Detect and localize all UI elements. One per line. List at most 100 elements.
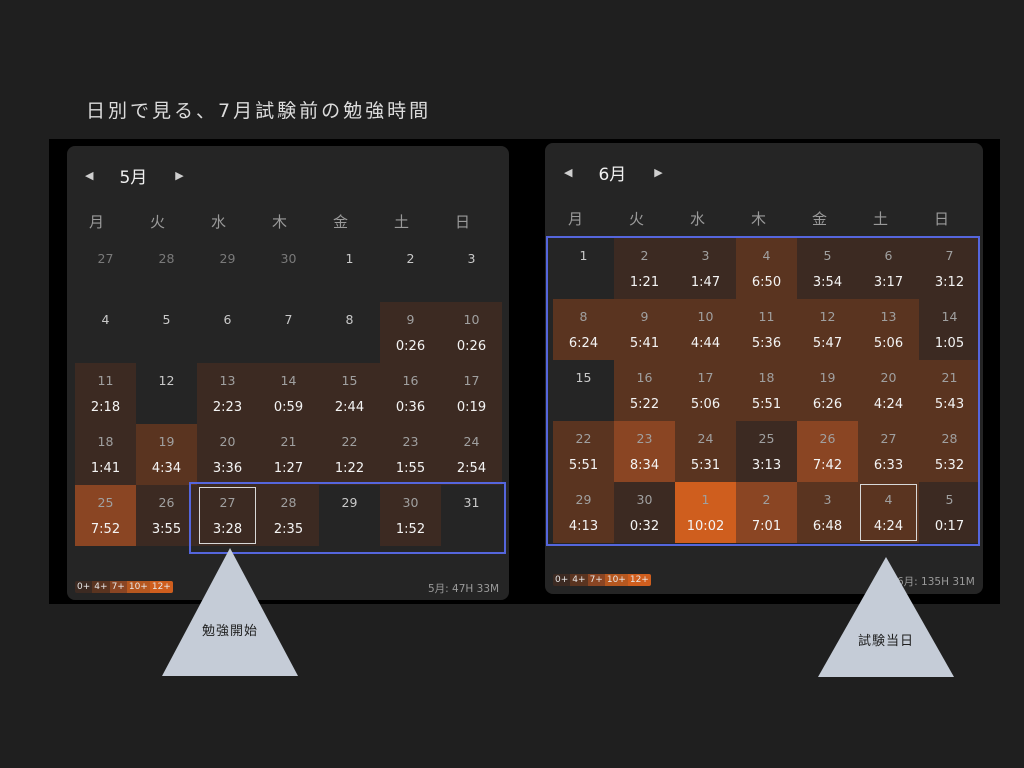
calendar-day-cell[interactable]: 28 [136, 241, 197, 302]
day-number: 10 [463, 312, 480, 327]
study-time: 2:23 [212, 400, 243, 415]
calendar-day-cell[interactable]: 4 [75, 302, 136, 363]
day-number: 5 [162, 312, 171, 327]
calendar-day-cell[interactable]: 23 1:55 [380, 424, 441, 485]
study-time: 2:18 [90, 400, 121, 415]
day-number: 13 [219, 373, 236, 388]
june-month-nav: ◀ 6月 ▶ [564, 160, 663, 185]
day-number: 15 [341, 373, 358, 388]
calendar-day-cell[interactable]: 11 2:18 [75, 363, 136, 424]
day-number: 25 [97, 495, 114, 510]
calendar-day-cell[interactable]: 15 2:44 [319, 363, 380, 424]
calendar-day-cell[interactable]: 16 0:36 [380, 363, 441, 424]
legend-swatch: 12+ [627, 574, 651, 586]
study-time: 1:27 [273, 461, 304, 476]
study-time: 2:54 [456, 461, 487, 476]
calendar-day-cell[interactable]: 24 2:54 [441, 424, 502, 485]
day-number: 21 [280, 434, 297, 449]
study-time: 1:55 [395, 461, 426, 476]
prev-month-arrow-icon[interactable]: ◀ [564, 166, 572, 179]
legend-swatch: 0+ [75, 581, 93, 593]
calendar-day-cell[interactable]: 9 0:26 [380, 302, 441, 363]
day-number: 29 [219, 251, 236, 266]
calendar-day-cell[interactable]: 10 0:26 [441, 302, 502, 363]
day-number: 6 [223, 312, 232, 327]
study-time: 0:36 [395, 400, 426, 415]
next-month-arrow-icon[interactable]: ▶ [654, 166, 662, 179]
month-total: 5月: 47H 33M [428, 583, 500, 595]
day-number: 24 [463, 434, 480, 449]
day-number: 11 [97, 373, 114, 388]
exam-day-label: 試験当日 [857, 634, 914, 649]
calendar-day-cell[interactable]: 8 [319, 302, 380, 363]
day-number: 26 [158, 495, 175, 510]
study-time: 2:44 [334, 400, 365, 415]
highlight-box-june-month [546, 236, 980, 546]
next-month-arrow-icon[interactable]: ▶ [175, 169, 183, 182]
study-start-pointer [162, 548, 298, 676]
heat-legend: 0+ 4+ 7+ 10+ 12+ [553, 574, 651, 586]
day-number: 7 [284, 312, 293, 327]
calendar-day-cell[interactable]: 18 1:41 [75, 424, 136, 485]
study-time: 0:19 [456, 400, 487, 415]
calendar-day-cell[interactable]: 27 [75, 241, 136, 302]
calendar-day-cell[interactable]: 26 3:55 [136, 485, 197, 546]
day-number: 1 [345, 251, 354, 266]
calendar-day-cell[interactable]: 17 0:19 [441, 363, 502, 424]
day-number: 23 [402, 434, 419, 449]
study-time: 0:26 [395, 339, 426, 354]
study-time: 0:59 [273, 400, 304, 415]
day-number: 30 [280, 251, 297, 266]
day-number: 4 [101, 312, 110, 327]
calendar-day-cell[interactable]: 3 [441, 241, 502, 302]
weekday-header: 土 [872, 210, 888, 228]
weekday-header: 木 [750, 210, 766, 228]
day-number: 3 [467, 251, 476, 266]
legend-swatch: 4+ [92, 581, 110, 593]
calendar-day-cell[interactable]: 19 4:34 [136, 424, 197, 485]
study-time: 3:36 [212, 461, 243, 476]
day-number: 16 [402, 373, 419, 388]
page-title: 日別で見る、7月試験前の勉強時間 [86, 100, 432, 122]
calendar-day-cell[interactable]: 2 [380, 241, 441, 302]
weekday-header: 月 [567, 210, 583, 228]
study-start-label: 勉強開始 [201, 624, 258, 639]
calendar-day-cell[interactable]: 14 0:59 [258, 363, 319, 424]
day-number: 12 [158, 373, 175, 388]
calendar-day-cell[interactable]: 13 2:23 [197, 363, 258, 424]
calendar-day-cell[interactable]: 5 [136, 302, 197, 363]
weekday-header: 金 [811, 210, 827, 228]
day-number: 18 [97, 434, 114, 449]
calendar-day-cell[interactable]: 20 3:36 [197, 424, 258, 485]
calendar-day-cell[interactable]: 7 [258, 302, 319, 363]
heat-legend: 0+ 4+ 7+ 10+ 12+ [75, 581, 173, 593]
legend-swatch: 10+ [126, 581, 150, 593]
weekday-header: 木 [271, 213, 287, 231]
calendar-day-cell[interactable]: 22 1:22 [319, 424, 380, 485]
prev-month-arrow-icon[interactable]: ◀ [85, 169, 93, 182]
calendar-day-cell[interactable]: 6 [197, 302, 258, 363]
legend-swatch: 10+ [604, 574, 628, 586]
exam-day-pointer [818, 557, 954, 677]
calendar-day-cell[interactable]: 21 1:27 [258, 424, 319, 485]
study-time: 3:55 [151, 522, 182, 537]
calendar-day-cell[interactable]: 25 7:52 [75, 485, 136, 546]
legend-swatch: 7+ [587, 574, 605, 586]
legend-swatch: 4+ [570, 574, 588, 586]
day-number: 8 [345, 312, 354, 327]
calendar-day-cell[interactable]: 30 [258, 241, 319, 302]
day-number: 22 [341, 434, 358, 449]
legend-swatch: 7+ [109, 581, 127, 593]
day-number: 19 [158, 434, 175, 449]
weekday-header: 水 [210, 213, 226, 231]
day-number: 17 [463, 373, 480, 388]
study-time: 1:41 [90, 461, 121, 476]
day-number: 2 [406, 251, 415, 266]
calendar-day-cell[interactable]: 1 [319, 241, 380, 302]
calendar-day-cell[interactable]: 12 [136, 363, 197, 424]
weekday-header: 金 [332, 213, 348, 231]
weekday-header: 日 [933, 210, 949, 228]
day-number: 27 [97, 251, 114, 266]
calendar-day-cell[interactable]: 29 [197, 241, 258, 302]
study-time: 4:34 [151, 461, 182, 476]
